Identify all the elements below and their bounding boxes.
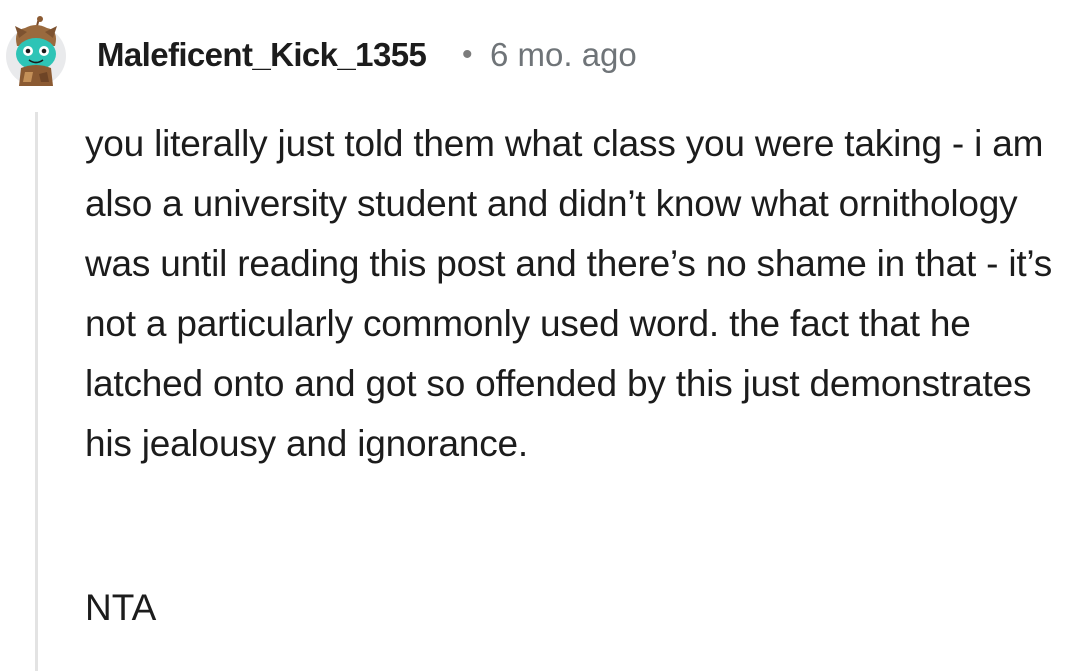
meta-separator: •	[462, 38, 473, 71]
comment: Maleficent_Kick_1355 • 6 mo. ago you lit…	[0, 0, 1080, 671]
comment-verdict: NTA	[85, 587, 157, 628]
comment-header: Maleficent_Kick_1355 • 6 mo. ago	[0, 0, 1080, 110]
snoo-avatar-icon	[6, 16, 66, 86]
comment-body-text: you literally just told them what class …	[85, 123, 1053, 464]
comment-body: you literally just told them what class …	[85, 114, 1075, 474]
avatar[interactable]	[3, 16, 69, 88]
author-username[interactable]: Maleficent_Kick_1355	[97, 35, 427, 75]
thread-collapse-line[interactable]	[35, 112, 38, 671]
comment-timestamp[interactable]: 6 mo. ago	[490, 35, 637, 75]
